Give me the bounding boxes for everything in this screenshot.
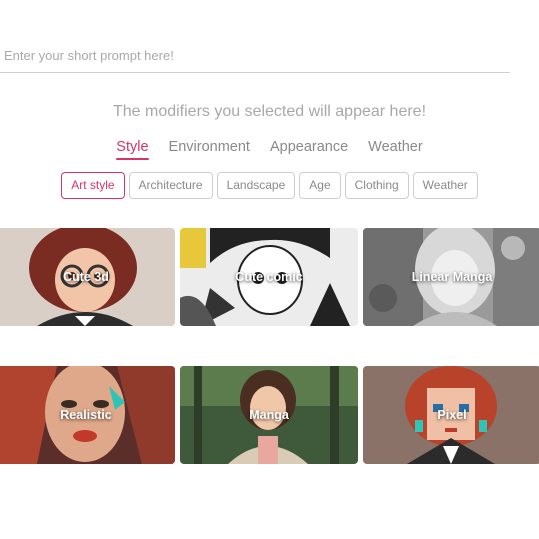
modifier-tabs: Style Environment Appearance Weather (0, 139, 539, 160)
style-card-cute-3d[interactable]: Cute 3d (0, 228, 175, 326)
category-chips: Art style Architecture Landscape Age Clo… (0, 172, 539, 199)
chip-clothing[interactable]: Clothing (344, 172, 409, 199)
card-label: Cute 3d (63, 270, 109, 284)
chip-landscape[interactable]: Landscape (216, 172, 296, 199)
card-label: Manga (249, 408, 289, 422)
tab-style[interactable]: Style (116, 139, 149, 160)
tab-environment[interactable]: Environment (169, 139, 250, 160)
style-card-pixel[interactable]: Pixel (363, 366, 539, 464)
card-label: Cute comic (235, 270, 303, 284)
tab-appearance[interactable]: Appearance (270, 139, 348, 160)
style-card-linear-manga[interactable]: Linear Manga (363, 228, 539, 326)
style-card-manga[interactable]: Manga (180, 366, 358, 464)
prompt-field[interactable] (0, 38, 510, 73)
card-label: Pixel (437, 408, 467, 422)
chip-art-style[interactable]: Art style (61, 172, 125, 199)
card-label: Realistic (60, 408, 112, 422)
chip-weather[interactable]: Weather (412, 172, 478, 199)
chip-architecture[interactable]: Architecture (128, 172, 213, 199)
card-label: Linear Manga (411, 270, 493, 284)
style-card-cute-comic[interactable]: Cute comic (180, 228, 358, 326)
modifiers-placeholder-text: The modifiers you selected will appear h… (112, 103, 427, 120)
prompt-input[interactable] (0, 38, 510, 72)
style-card-realistic[interactable]: Realistic (0, 366, 175, 464)
tab-weather[interactable]: Weather (368, 139, 423, 160)
chip-age[interactable]: Age (299, 172, 341, 199)
